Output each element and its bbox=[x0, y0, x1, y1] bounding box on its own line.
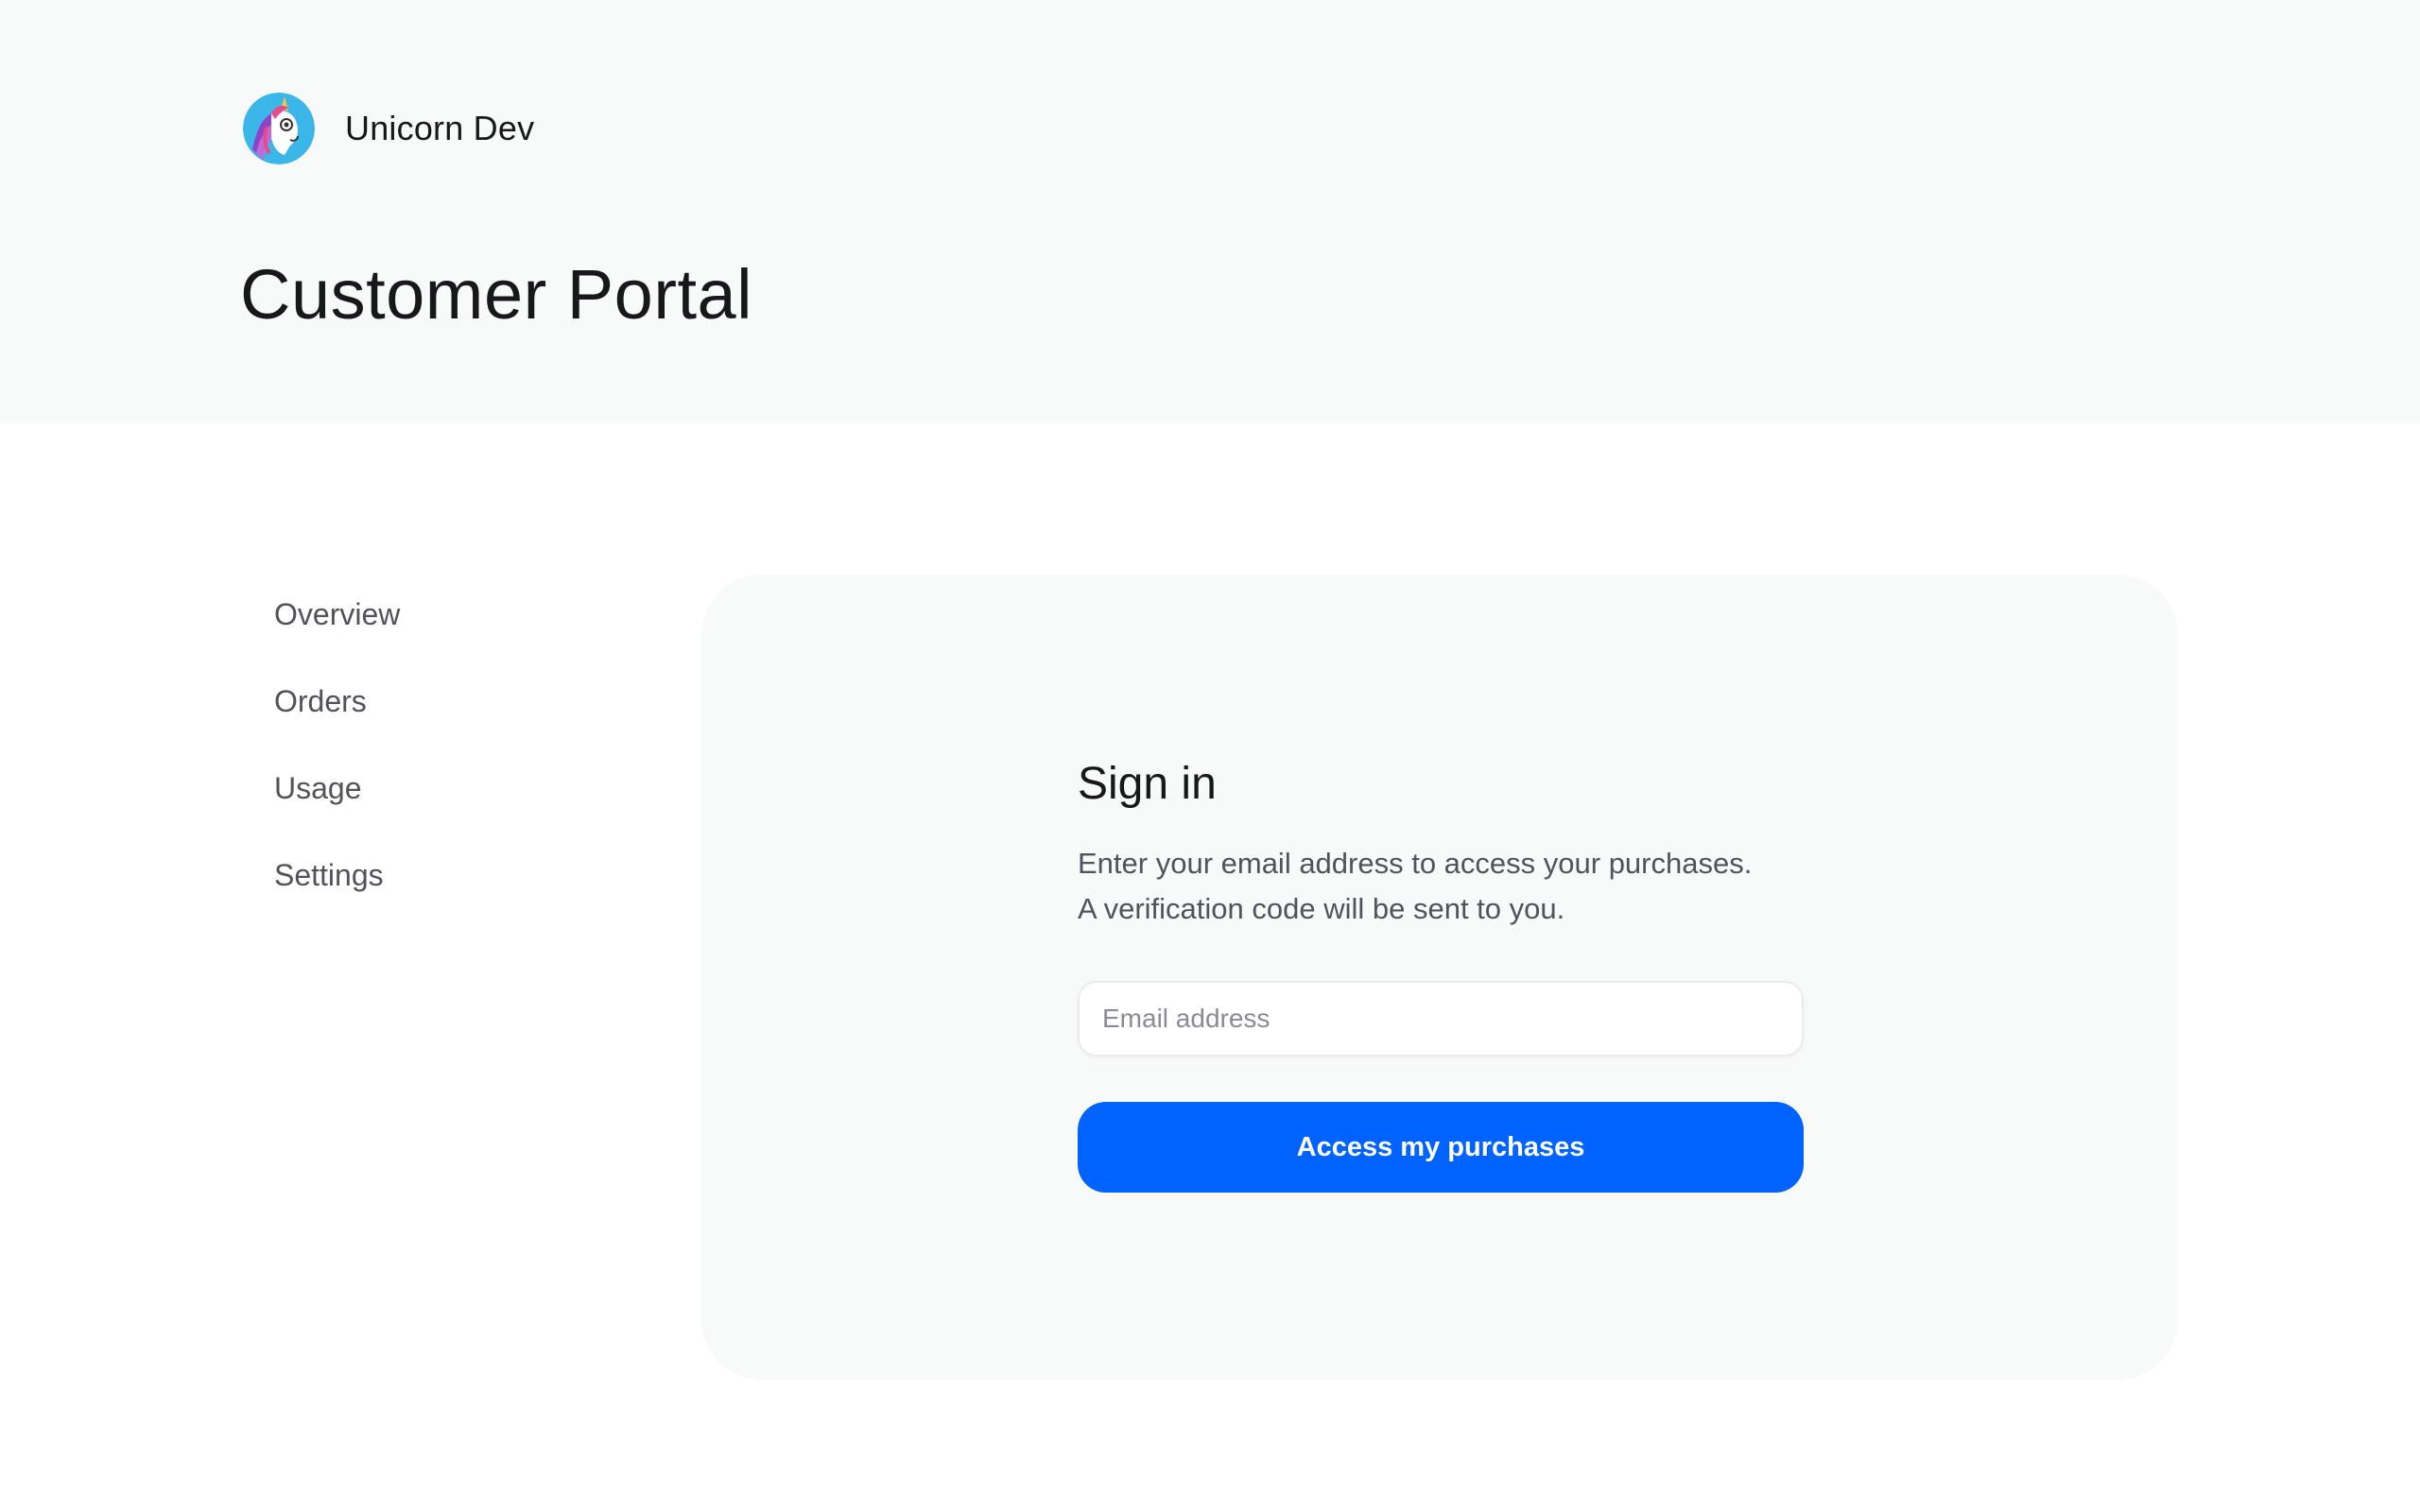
sidebar-nav: Overview Orders Usage Settings bbox=[274, 588, 652, 936]
signin-form: Sign in Enter your email address to acce… bbox=[1078, 754, 1806, 1193]
signin-description: Enter your email address to access your … bbox=[1078, 841, 1815, 932]
signin-description-line2: A verification code will be sent to you. bbox=[1078, 892, 1565, 925]
brand[interactable]: Unicorn Dev bbox=[243, 93, 534, 164]
sidebar-item-overview[interactable]: Overview bbox=[274, 588, 652, 675]
unicorn-avatar-icon bbox=[243, 93, 315, 164]
signin-description-line1: Enter your email address to access your … bbox=[1078, 847, 1753, 880]
page-title: Customer Portal bbox=[240, 255, 753, 334]
signin-title: Sign in bbox=[1078, 759, 1217, 809]
page-header: Unicorn Dev Customer Portal bbox=[0, 0, 2420, 423]
sidebar-item-orders[interactable]: Orders bbox=[274, 675, 652, 762]
email-field[interactable] bbox=[1078, 981, 1804, 1057]
brand-name: Unicorn Dev bbox=[345, 109, 535, 147]
sidebar-item-settings[interactable]: Settings bbox=[274, 849, 652, 936]
signin-panel: Sign in Enter your email address to acce… bbox=[701, 575, 2178, 1380]
sidebar-item-usage[interactable]: Usage bbox=[274, 762, 652, 849]
access-purchases-button[interactable]: Access my purchases bbox=[1078, 1102, 1804, 1193]
